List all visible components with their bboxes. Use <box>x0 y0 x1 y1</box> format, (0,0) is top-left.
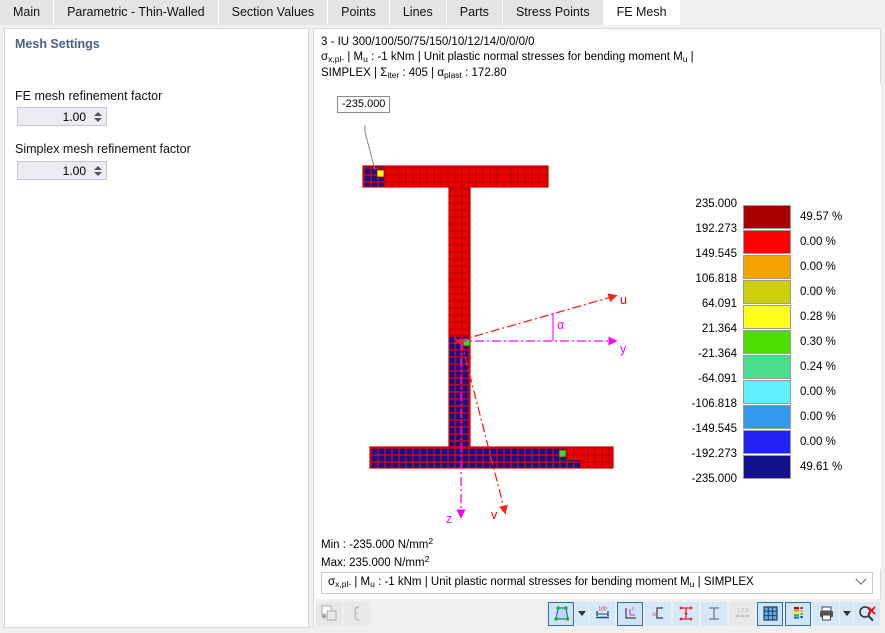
tab-parts[interactable]: Parts <box>446 0 503 25</box>
max-readout: Max: 235.000 N/mm2 <box>321 554 430 570</box>
legend-color-swatch[interactable] <box>743 305 791 329</box>
legend-percent-label: 49.61 % <box>800 461 843 473</box>
legend-tick-value: 106.818 <box>695 273 737 285</box>
color-legend: 235.000 192.273 149.545 106.818 64.091 21.364… <box>685 198 875 499</box>
tab-lines[interactable]: Lines <box>389 0 447 25</box>
axis-label-v: v <box>491 508 498 522</box>
svg-text:1 2 3: 1 2 3 <box>736 608 747 614</box>
legend-tick-value: -106.818 <box>691 398 737 410</box>
tab-bar: Main Parametric - Thin-Walled Section Valu… <box>0 0 885 25</box>
tab-section-values[interactable]: Section Values <box>218 0 329 25</box>
axis-label-u: u <box>620 293 627 307</box>
legend-color-swatch[interactable] <box>743 355 791 379</box>
print-dropdown-arrow[interactable] <box>840 601 853 626</box>
legend-color-swatch[interactable] <box>743 280 791 304</box>
tab-parametric-thin-walled[interactable]: Parametric - Thin-Walled <box>54 0 219 25</box>
tab-fe-mesh[interactable]: FE Mesh <box>603 0 681 25</box>
legend-percent-label: 0.00 % <box>800 286 836 298</box>
legend-percent-label: 0.24 % <box>800 361 836 373</box>
legend-tick-value: 192.273 <box>695 223 737 235</box>
legend-tick-value: 21.364 <box>701 323 737 335</box>
legend-color-swatch[interactable] <box>743 230 791 254</box>
legend-color-swatch[interactable] <box>743 380 791 404</box>
svg-text:100: 100 <box>598 607 607 613</box>
fe-mesh-viewport-panel: 3 - IU 300/100/50/75/150/10/12/14/0/0/0/… <box>313 28 881 628</box>
zoom-reset-icon[interactable] <box>854 601 880 626</box>
tab-bar-underline <box>0 25 885 27</box>
shear-center-icon[interactable]: sc <box>645 601 671 626</box>
tab-bar-filler <box>680 0 885 25</box>
simplex-mesh-refinement-factor-input[interactable]: 1.00 <box>17 161 107 180</box>
legend-percent-label: 0.00 % <box>800 386 836 398</box>
legend-color-swatch[interactable] <box>743 255 791 279</box>
min-readout: Min : -235.000 N/mm2 <box>321 536 434 551</box>
color-legend-icon[interactable] <box>785 601 811 626</box>
legend-tick-value: -149.545 <box>691 423 737 435</box>
render-dropdown-arrow[interactable] <box>575 601 588 626</box>
stepper-down-icon[interactable] <box>93 117 102 122</box>
legend-color-swatch[interactable] <box>743 455 791 479</box>
numbering-icon[interactable]: 1 2 3 <box>729 601 755 626</box>
section-outline-icon[interactable] <box>344 601 370 626</box>
legend-percent-label: 0.00 % <box>800 261 836 273</box>
viewport-toolbar: 100 y sc 1 2 3 <box>315 599 881 628</box>
fe-mesh-refinement-factor-label: FE mesh refinement factor <box>15 89 163 103</box>
axis-label-z: z <box>446 512 453 526</box>
simplex-mesh-refinement-factor-label: Simplex mesh refinement factor <box>15 142 191 156</box>
dimensions-icon[interactable]: 100 <box>589 601 615 626</box>
chevron-down-icon[interactable] <box>850 573 872 589</box>
legend-tick-value: 235.000 <box>695 198 737 210</box>
fe-mesh-refinement-factor-input[interactable]: 1.00 <box>17 107 107 126</box>
legend-tick-value: -21.364 <box>697 348 737 360</box>
legend-tick-value: -64.091 <box>697 373 737 385</box>
legend-color-swatch[interactable] <box>743 405 791 429</box>
result-type-selected-value: σx,pl- | Mu : -1 kNm | Unit plastic norm… <box>328 576 754 590</box>
application-window: Main Parametric - Thin-Walled Section Valu… <box>0 0 885 633</box>
tab-main[interactable]: Main <box>0 0 55 25</box>
fe-mesh-grid-icon[interactable] <box>757 601 783 626</box>
svg-text:sc: sc <box>652 612 658 618</box>
legend-percent-label: 0.00 % <box>800 436 836 448</box>
legend-color-swatch[interactable] <box>743 330 791 354</box>
axis-label-y: y <box>620 342 627 356</box>
result-type-select[interactable]: σx,pl- | Mu : -1 kNm | Unit plastic norm… <box>321 572 873 594</box>
mesh-settings-panel: Mesh Settings FE mesh refinement factor … <box>4 28 309 628</box>
coordinate-system-icon[interactable]: y <box>617 601 643 626</box>
stress-points-icon[interactable] <box>673 601 699 626</box>
print-icon[interactable] <box>813 601 839 626</box>
viewport-header: 3 - IU 300/100/50/75/150/10/12/14/0/0/0/… <box>321 35 721 83</box>
parts-icon[interactable] <box>701 601 727 626</box>
panel-title: Mesh Settings <box>15 37 100 51</box>
section-drawing-canvas[interactable]: -235.000 u y z v α 235.000 192.273 149.545… <box>315 84 881 569</box>
stepper-down-icon[interactable] <box>93 171 102 176</box>
axis-label-alpha: α <box>557 318 565 332</box>
legend-percent-label: 0.30 % <box>800 336 836 348</box>
stepper-up-icon[interactable] <box>93 111 102 116</box>
legend-percent-label: 0.00 % <box>800 411 836 423</box>
legend-tick-value: -192.273 <box>691 448 737 460</box>
legend-percent-label: 0.28 % <box>800 311 836 323</box>
svg-text:y: y <box>632 606 635 611</box>
tab-stress-points[interactable]: Stress Points <box>502 0 604 25</box>
simplex-mesh-refinement-factor-value: 1.00 <box>62 163 86 178</box>
minmax-readout: Min : -235.000 N/mm2 Max: 235.000 N/mm2 <box>321 534 433 571</box>
stepper-up-icon[interactable] <box>93 165 102 170</box>
legend-tick-value: 64.091 <box>701 298 737 310</box>
simplex-mesh-refinement-factor-stepper[interactable] <box>92 162 106 179</box>
legend-color-swatch[interactable] <box>743 430 791 454</box>
legend-percent-label: 0.00 % <box>800 236 836 248</box>
fe-mesh-refinement-factor-stepper[interactable] <box>92 108 106 125</box>
result-description-line: σx,pl- | Mu : -1 kNm | Unit plastic norm… <box>321 50 694 81</box>
section-name-line: 3 - IU 300/100/50/75/150/10/12/14/0/0/0/… <box>321 36 535 48</box>
fe-mesh-refinement-factor-value: 1.00 <box>62 109 86 124</box>
tab-points[interactable]: Points <box>328 0 390 25</box>
render-solid-icon[interactable] <box>548 601 574 626</box>
legend-percent-label: 49.57 % <box>800 211 843 223</box>
legend-color-swatch[interactable] <box>743 205 791 229</box>
legend-tick-value: 149.545 <box>695 248 737 260</box>
legend-tick-value: -235.000 <box>691 473 737 485</box>
export-icon[interactable] <box>316 601 342 626</box>
